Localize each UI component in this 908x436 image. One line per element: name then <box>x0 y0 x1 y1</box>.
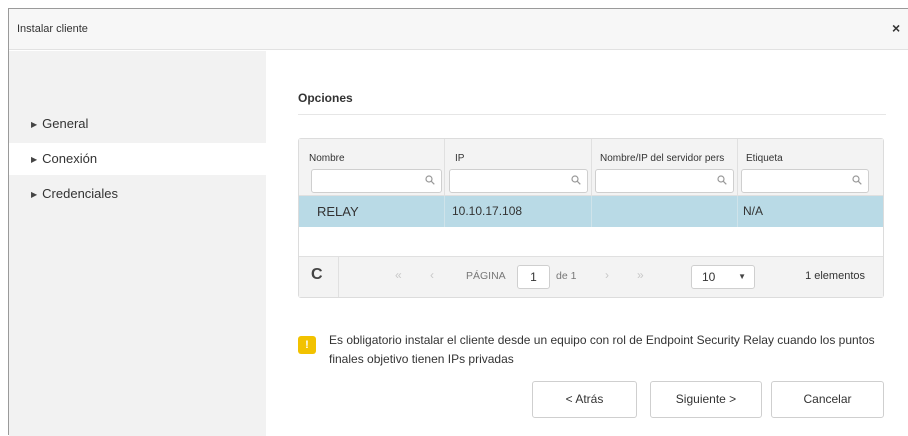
sidebar-item-label: Credenciales <box>42 186 119 201</box>
install-client-dialog: Instalar cliente × ▶ General ▶ Conexión ▶ C… <box>8 8 908 436</box>
prev-page-icon[interactable]: ‹ <box>430 268 434 282</box>
filter-input-etiqueta[interactable] <box>741 169 869 193</box>
column-divider <box>591 139 592 196</box>
search-icon <box>425 175 435 185</box>
table-header: Nombre IP Nombre/IP del servidor pers Et… <box>299 139 883 196</box>
cell-nombre: RELAY <box>317 204 359 219</box>
close-icon[interactable]: × <box>892 20 900 36</box>
dialog-titlebar: Instalar cliente × <box>9 9 908 50</box>
sidebar-item-label: General <box>42 116 89 131</box>
filter-input-servidor[interactable] <box>595 169 734 193</box>
item-count: 1 elementos <box>805 270 865 282</box>
page-total-label: de 1 <box>556 270 577 282</box>
column-header-servidor[interactable]: Nombre/IP del servidor pers <box>600 153 738 164</box>
sidebar-item-general[interactable]: ▶ General <box>9 108 266 140</box>
column-header-etiqueta[interactable]: Etiqueta <box>746 153 876 164</box>
caret-right-icon: ▶ <box>31 155 38 164</box>
column-divider <box>737 139 738 196</box>
relay-table: Nombre IP Nombre/IP del servidor pers Et… <box>298 138 884 298</box>
filter-input-ip[interactable] <box>449 169 588 193</box>
section-title: Opciones <box>298 91 353 105</box>
pager-divider <box>338 257 339 297</box>
column-divider <box>444 139 445 196</box>
page-label: PÁGINA <box>466 270 506 282</box>
cancel-button[interactable]: Cancelar <box>771 381 884 418</box>
dialog-title: Instalar cliente <box>17 23 88 35</box>
column-divider <box>737 196 738 227</box>
pagination-bar: C « ‹ PÁGINA 1 de 1 › » 10 ▼ 1 elementos <box>299 256 883 297</box>
column-divider <box>591 196 592 227</box>
caret-down-icon: ▼ <box>738 272 746 281</box>
first-page-icon[interactable]: « <box>395 268 402 282</box>
sidebar-item-credenciales[interactable]: ▶ Credenciales <box>9 178 266 210</box>
sidebar-item-label: Conexión <box>42 151 98 166</box>
last-page-icon[interactable]: » <box>637 268 644 282</box>
column-header-nombre[interactable]: Nombre <box>309 153 439 164</box>
refresh-icon[interactable]: C <box>311 266 323 284</box>
warning-icon: ! <box>298 336 316 354</box>
main-panel: Opciones Nombre IP Nombre/IP del servido… <box>266 51 908 436</box>
search-icon <box>571 175 581 185</box>
sidebar: ▶ General ▶ Conexión ▶ Credenciales <box>9 51 266 436</box>
caret-right-icon: ▶ <box>31 190 38 199</box>
table-row[interactable]: RELAY 10.10.17.108 N/A <box>299 196 883 227</box>
cell-etiqueta: N/A <box>743 204 764 218</box>
filter-input-nombre[interactable] <box>311 169 442 193</box>
next-button[interactable]: Siguiente > <box>650 381 762 418</box>
next-page-icon[interactable]: › <box>605 268 609 282</box>
sidebar-item-conexion[interactable]: ▶ Conexión <box>9 143 266 175</box>
column-header-ip[interactable]: IP <box>455 153 585 164</box>
page-number-input[interactable]: 1 <box>517 265 550 289</box>
cell-ip: 10.10.17.108 <box>452 204 523 218</box>
back-button[interactable]: < Atrás <box>532 381 637 418</box>
page-size-select[interactable]: 10 ▼ <box>691 265 755 289</box>
search-icon <box>852 175 862 185</box>
section-divider <box>298 114 886 115</box>
warning-message: Es obligatorio instalar el cliente desde… <box>329 333 875 366</box>
caret-right-icon: ▶ <box>31 120 38 129</box>
page-size-value: 10 <box>702 270 716 284</box>
search-icon <box>717 175 727 185</box>
column-divider <box>444 196 445 227</box>
